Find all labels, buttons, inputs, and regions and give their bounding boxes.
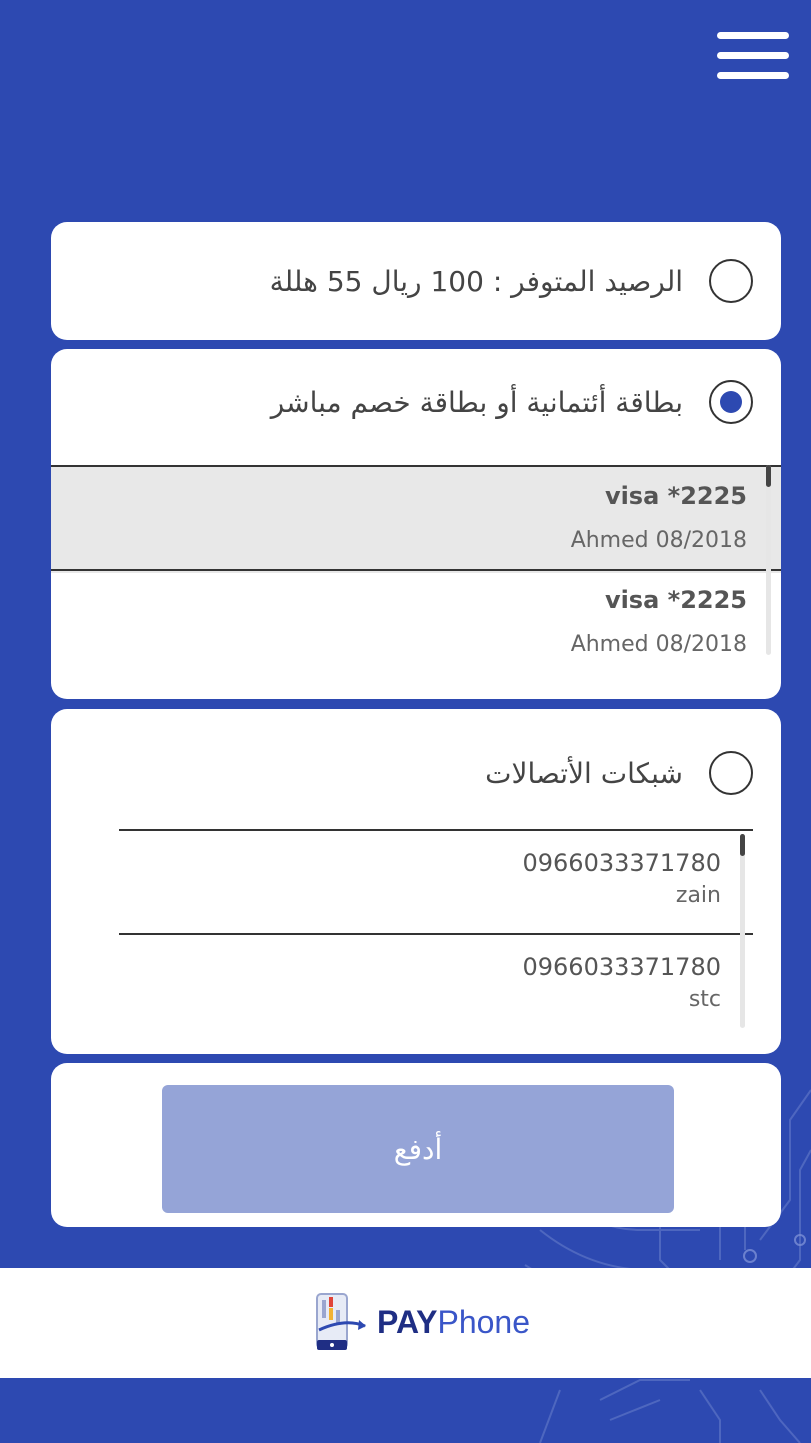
telecom-option[interactable]: شبكات الأتصالات: [51, 733, 781, 813]
balance-radio[interactable]: [709, 259, 753, 303]
telecom-numbers-list[interactable]: 0966033371780 zain 0966033371780 stc: [119, 829, 753, 1044]
card-payment-option[interactable]: بطاقة أئتمانية أو بطاقة خصم مباشر: [51, 362, 781, 442]
cards-scrollbar-thumb[interactable]: [766, 465, 771, 487]
card-payment-card: بطاقة أئتمانية أو بطاقة خصم مباشر visa *…: [51, 349, 781, 699]
network-name: zain: [675, 883, 721, 908]
saved-card-item[interactable]: visa *2225 Ahmed 08/2018: [51, 569, 781, 679]
pay-card: أدفع: [51, 1063, 781, 1227]
balance-option[interactable]: الرصيد المتوفر : 100 ريال 55 هللة: [51, 241, 781, 321]
pay-button[interactable]: أدفع: [162, 1085, 674, 1213]
card-title: visa *2225: [604, 586, 747, 614]
telecom-number-item[interactable]: 0966033371780 stc: [119, 933, 753, 1043]
phone-number: 0966033371780: [522, 953, 721, 981]
footer: PAYPhone: [0, 1268, 811, 1378]
telecom-scrollbar-thumb[interactable]: [740, 834, 745, 856]
balance-label: الرصيد المتوفر : 100 ريال 55 هللة: [269, 264, 683, 298]
saved-card-item[interactable]: visa *2225 Ahmed 08/2018: [51, 465, 781, 573]
telecom-scrollbar[interactable]: [740, 834, 745, 1028]
balance-card: الرصيد المتوفر : 100 ريال 55 هللة: [51, 222, 781, 340]
cards-scrollbar[interactable]: [766, 465, 771, 655]
card-payment-radio[interactable]: [709, 380, 753, 424]
telecom-card: شبكات الأتصالات 0966033371780 zain 09660…: [51, 709, 781, 1054]
telecom-radio[interactable]: [709, 751, 753, 795]
network-name: stc: [688, 987, 721, 1012]
telecom-label: شبكات الأتصالات: [485, 756, 683, 790]
card-payment-label: بطاقة أئتمانية أو بطاقة خصم مباشر: [270, 385, 683, 419]
saved-cards-list[interactable]: visa *2225 Ahmed 08/2018 visa *2225 Ahme…: [51, 465, 781, 685]
hamburger-menu-icon[interactable]: [717, 32, 789, 80]
telecom-number-item[interactable]: 0966033371780 zain: [119, 829, 753, 935]
phone-number: 0966033371780: [522, 849, 721, 877]
payphone-logo: PAYPhone: [315, 1292, 530, 1352]
card-title: visa *2225: [604, 482, 747, 510]
card-subtitle: Ahmed 08/2018: [570, 528, 747, 553]
phone-card-logo-icon: [316, 1293, 366, 1350]
card-subtitle: Ahmed 08/2018: [570, 632, 747, 657]
payphone-wordmark: PAYPhone: [377, 1303, 531, 1340]
